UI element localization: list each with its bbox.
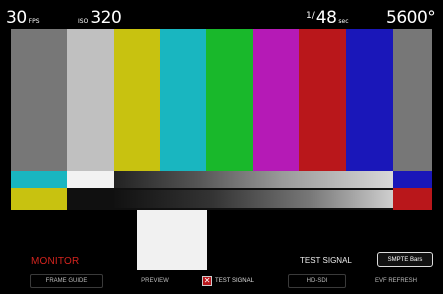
smpte-bars-button[interactable]: SMPTE Bars xyxy=(377,252,433,267)
white-patch xyxy=(137,210,207,270)
bar-red xyxy=(299,29,346,171)
mid-ramp xyxy=(114,171,393,188)
iso-readout: ISO 320 xyxy=(78,6,122,28)
bar-white xyxy=(67,29,114,171)
frame-guide-button[interactable]: FRAME GUIDE xyxy=(30,274,103,288)
fps-value: 30 xyxy=(6,8,27,28)
monitor-label: MONITOR xyxy=(31,256,80,267)
shutter-value: 48 xyxy=(315,8,337,28)
bar-blue xyxy=(346,29,393,171)
iso-label: ISO xyxy=(78,18,89,25)
test-signal-toggle[interactable]: ✕ TEST SIGNAL xyxy=(188,274,268,288)
preview-button[interactable]: PREVIEW xyxy=(126,274,184,288)
white-balance-value: 5600° xyxy=(386,8,436,28)
bar-gray xyxy=(11,29,67,171)
low-red xyxy=(393,188,432,210)
bar-gray-right xyxy=(393,29,432,171)
evf-refresh-button[interactable]: EVF REFRESH xyxy=(358,274,434,288)
shutter-fraction: 1/ xyxy=(306,11,315,21)
mid-blue xyxy=(393,171,432,188)
test-signal-checkbox[interactable]: ✕ xyxy=(202,276,213,286)
shutter-readout: 1/ 48 sec xyxy=(306,6,349,28)
mid-cyan xyxy=(11,171,67,188)
iso-value: 320 xyxy=(90,8,122,28)
test-signal-menu-label: TEST SIGNAL xyxy=(215,278,254,284)
hd-sdi-button[interactable]: HD-SDI xyxy=(288,274,346,288)
frame-guide-label: FRAME GUIDE xyxy=(45,278,88,284)
bar-yellow xyxy=(114,29,160,171)
preview-label: PREVIEW xyxy=(141,278,169,284)
bar-cyan xyxy=(160,29,206,171)
hd-sdi-label: HD-SDI xyxy=(306,278,328,284)
fps-unit: FPS xyxy=(28,18,40,25)
bar-magenta xyxy=(253,29,299,171)
shutter-unit: sec xyxy=(338,18,349,25)
white-balance-readout: 5600° xyxy=(386,6,436,28)
fps-readout: 30 FPS xyxy=(6,6,40,28)
bar-green xyxy=(206,29,253,171)
low-yellow xyxy=(11,188,67,210)
low-ramp xyxy=(114,190,393,208)
evf-refresh-label: EVF REFRESH xyxy=(374,278,417,284)
monitor-screen: 30 FPS ISO 320 1/ 48 sec 5600° MONITOR T… xyxy=(0,0,443,294)
test-signal-label: TEST SIGNAL xyxy=(300,256,352,265)
mid-white xyxy=(67,171,114,188)
